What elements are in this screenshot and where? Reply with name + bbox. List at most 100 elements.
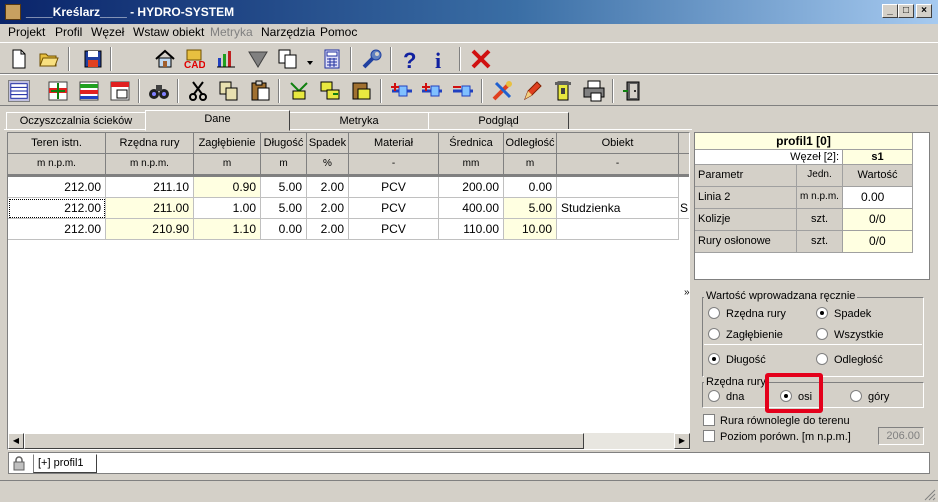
menu-narzedzia[interactable]: Narzędzia [261, 25, 315, 39]
param-value[interactable]: 0.00 [843, 187, 913, 209]
filter-icon[interactable] [247, 48, 269, 70]
scroll-thumb[interactable] [24, 433, 584, 449]
insert-row-icon[interactable] [47, 80, 69, 102]
col-header-material[interactable]: Materiał [349, 133, 439, 154]
table-cell[interactable]: 1.10 [194, 219, 261, 240]
table-cell[interactable]: 5.00 [261, 177, 307, 198]
table-cell[interactable]: 2.00 [307, 177, 349, 198]
scroll-left-button[interactable]: ◀ [8, 433, 24, 449]
radio-wszystkie[interactable]: Wszystkie [816, 328, 884, 341]
add-node-icon[interactable] [391, 80, 413, 102]
close-window-button[interactable]: × [916, 4, 932, 18]
radio-gory[interactable]: góry [850, 390, 889, 403]
col-header-zaglebienie[interactable]: Zagłębienie [194, 133, 261, 154]
table-ab-icon[interactable] [109, 80, 131, 102]
menu-profil[interactable]: Profil [55, 25, 82, 39]
horizontal-scrollbar[interactable]: ◀ ▶ [8, 433, 690, 449]
manhole-icon[interactable] [552, 80, 574, 102]
table-cell[interactable]: Studzienka [557, 198, 679, 219]
new-file-icon[interactable] [8, 48, 30, 70]
checkbox-reference-level[interactable]: Poziom porówn. [m n.p.m.] [703, 430, 851, 443]
table-cell[interactable]: 211.00 [106, 198, 194, 219]
col-header-teren[interactable]: Teren istn. [8, 133, 106, 154]
pencil-app-icon[interactable] [5, 4, 21, 20]
cad-icon[interactable]: CAD [183, 48, 205, 70]
menu-projekt[interactable]: Projekt [8, 25, 45, 39]
table-cell[interactable]: 2.00 [307, 198, 349, 219]
table-cell[interactable]: 0.00 [504, 177, 557, 198]
scroll-right-button[interactable]: ▶ [674, 433, 690, 449]
table-cell[interactable] [557, 219, 679, 240]
open-folder-icon[interactable] [38, 48, 60, 70]
info-icon[interactable]: i [428, 48, 450, 70]
paste-icon[interactable] [249, 80, 271, 102]
radio-spadek[interactable]: Spadek [816, 307, 871, 320]
resize-grip-icon[interactable] [924, 489, 936, 501]
col-header-rzedna[interactable]: Rzędna rury [106, 133, 194, 154]
table-cell[interactable]: 212.00 [8, 219, 106, 240]
table-cell[interactable]: 110.00 [439, 219, 504, 240]
col-header-obiekt[interactable]: Obiekt [557, 133, 679, 154]
scissors-icon[interactable] [187, 80, 209, 102]
pen-icon[interactable] [521, 80, 543, 102]
table-cell[interactable]: 0.90 [194, 177, 261, 198]
table-cell[interactable]: 1.00 [194, 198, 261, 219]
copy-icon[interactable] [277, 48, 299, 70]
copy-icon[interactable] [218, 80, 240, 102]
add-node-right-icon[interactable] [421, 80, 443, 102]
print-icon[interactable] [583, 80, 605, 102]
table-cell[interactable]: PCV [349, 219, 439, 240]
node-paste-icon[interactable] [350, 80, 372, 102]
radio-rzedna-rury[interactable]: Rzędna rury [708, 307, 786, 320]
table-cell[interactable]: PCV [349, 198, 439, 219]
lock-icon[interactable] [11, 455, 27, 471]
menu-wezel[interactable]: Węzeł [91, 25, 124, 39]
wrench-icon[interactable] [361, 48, 383, 70]
radio-zaglebienie[interactable]: Zagłębienie [708, 328, 783, 341]
table-cell[interactable]: 200.00 [439, 177, 504, 198]
chart-icon[interactable] [215, 48, 237, 70]
remove-node-icon[interactable] [452, 80, 474, 102]
col-header-spadek[interactable]: Spadek [307, 133, 349, 154]
table-cell[interactable]: 5.00 [261, 198, 307, 219]
table-cell[interactable]: 212.00 [8, 177, 106, 198]
expand-marker[interactable]: » [684, 287, 690, 298]
menu-wstaw-obiekt[interactable]: Wstaw obiekt [133, 25, 204, 39]
tab-profil1[interactable]: [+] profil1 [33, 454, 97, 473]
table-cell[interactable]: 0.00 [261, 219, 307, 240]
close-icon[interactable] [470, 48, 492, 70]
tab-dane[interactable]: Dane [145, 110, 290, 131]
menu-pomoc[interactable]: Pomoc [320, 25, 357, 39]
chevron-down-icon[interactable] [306, 60, 314, 66]
calculator-icon[interactable] [321, 48, 343, 70]
exit-icon[interactable] [622, 80, 644, 102]
minimize-button[interactable]: _ [882, 4, 898, 18]
col-header-dlugosc[interactable]: Długość [261, 133, 307, 154]
tab-oczyszczalnia[interactable]: Oczyszczalnia ścieków [6, 112, 146, 130]
table-cell[interactable]: 10.00 [504, 219, 557, 240]
table-view-icon[interactable] [8, 80, 30, 102]
node-icon[interactable] [288, 80, 310, 102]
table-cell[interactable]: 2.00 [307, 219, 349, 240]
col-header-odleglosc[interactable]: Odległość [504, 133, 557, 154]
node-copy-icon[interactable] [319, 80, 341, 102]
checkbox-parallel-to-terrain[interactable]: Rura równolegle do terenu [703, 414, 850, 427]
table-cell[interactable] [557, 177, 679, 198]
table-cell[interactable]: PCV [349, 177, 439, 198]
maximize-button[interactable]: □ [898, 4, 914, 18]
tab-podglad[interactable]: Podgląd [428, 112, 569, 130]
tab-metryka[interactable]: Metryka [289, 112, 429, 130]
radio-dna[interactable]: dna [708, 390, 744, 403]
table-cell[interactable]: 210.90 [106, 219, 194, 240]
delete-row-icon[interactable] [78, 80, 100, 102]
table-cell[interactable]: 5.00 [504, 198, 557, 219]
reference-level-input[interactable]: 206.00 [878, 427, 924, 445]
col-header-srednica[interactable]: Średnica [439, 133, 504, 154]
data-grid[interactable]: Teren istn. Rzędna rury Zagłębienie Dług… [7, 132, 690, 450]
home-icon[interactable] [154, 48, 176, 70]
tools-icon[interactable] [491, 80, 513, 102]
radio-odleglosc[interactable]: Odległość [816, 353, 883, 366]
binoculars-icon[interactable] [148, 80, 170, 102]
help-icon[interactable]: ? [399, 48, 421, 70]
table-cell[interactable]: 212.00 [8, 198, 106, 219]
